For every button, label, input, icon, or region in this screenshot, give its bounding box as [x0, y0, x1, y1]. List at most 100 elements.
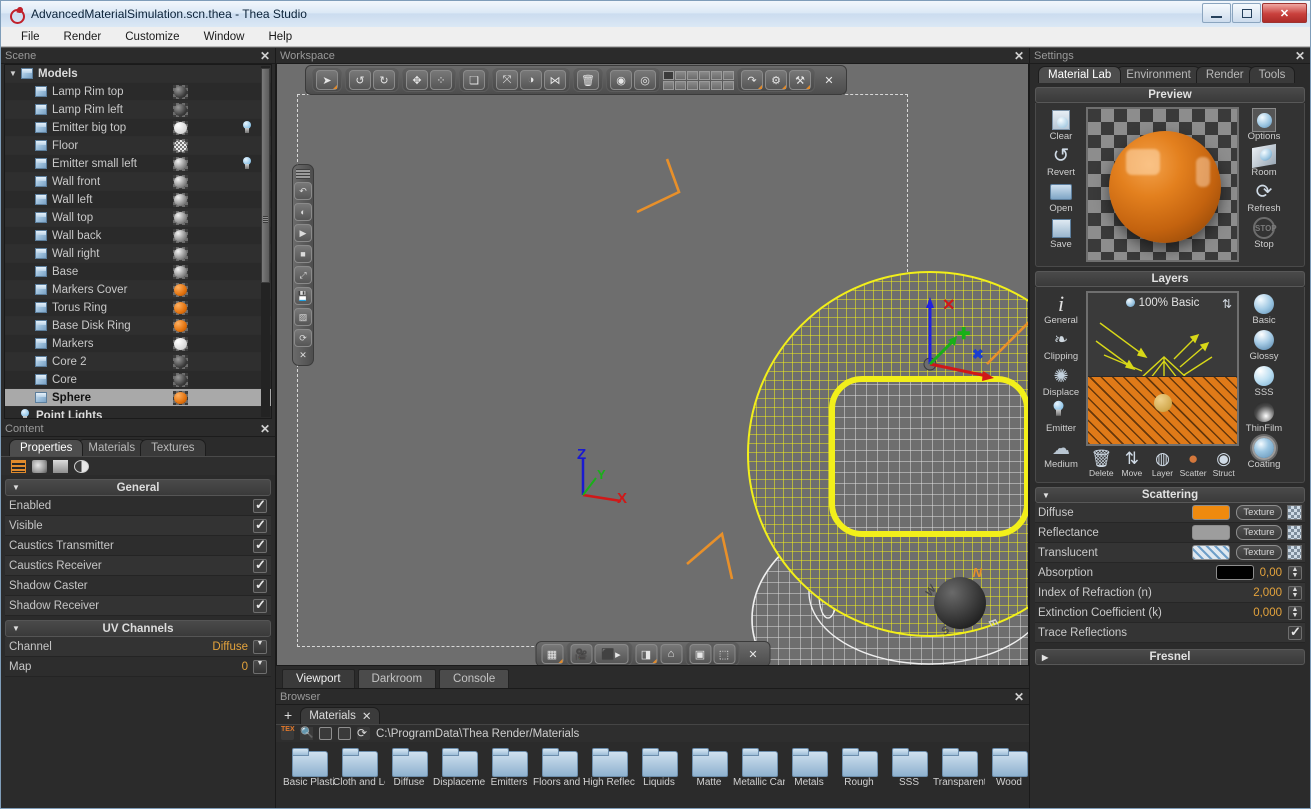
- gear-icon[interactable]: ⚙: [765, 70, 787, 90]
- tree-item[interactable]: Wall right: [5, 245, 271, 263]
- dropdown-arrow-icon[interactable]: ▼: [253, 639, 267, 654]
- property-row[interactable]: Map 0 ▼: [5, 657, 271, 677]
- folder-item[interactable]: Emitters: [484, 748, 534, 788]
- texture-checker-icon[interactable]: [1287, 505, 1302, 520]
- camera-icon[interactable]: [32, 459, 47, 473]
- checkbox[interactable]: [253, 537, 267, 553]
- save-disk-icon-button[interactable]: Save: [1040, 215, 1082, 250]
- folder-item[interactable]: Rough: [834, 748, 884, 788]
- render-arc-icon[interactable]: ↶: [294, 182, 312, 200]
- tree-item[interactable]: Core 2: [5, 353, 271, 371]
- camera-lock-icon[interactable]: ⬛▸: [594, 644, 628, 664]
- folder-item[interactable]: Diffuse: [384, 748, 434, 788]
- layers-section-header[interactable]: Layers: [1035, 271, 1305, 287]
- folder-item[interactable]: Transparent: [933, 748, 985, 788]
- tree-item[interactable]: Wall top: [5, 209, 271, 227]
- perspective-icon[interactable]: ⌂: [660, 644, 682, 664]
- browser-close-icon[interactable]: ✕: [1014, 690, 1024, 704]
- folder-item[interactable]: Cloth and Le: [333, 748, 385, 788]
- undo-icon[interactable]: ↺: [349, 70, 371, 90]
- section-header-uv-channels[interactable]: ▼ UV Channels: [5, 620, 271, 637]
- color-swatch[interactable]: [1192, 545, 1230, 560]
- material-thumbnail[interactable]: [173, 247, 188, 261]
- tree-item[interactable]: Torus Ring: [5, 299, 271, 317]
- scene-tree-scrollbar[interactable]: [261, 66, 270, 417]
- tree-item-selected[interactable]: Sphere: [5, 389, 271, 407]
- property-row[interactable]: Caustics Transmitter: [5, 536, 271, 556]
- content-panel-close-icon[interactable]: ✕: [260, 422, 270, 436]
- stop-icon-button[interactable]: STOP Stop: [1243, 215, 1285, 250]
- settings-close-icon[interactable]: ✕: [1295, 49, 1305, 63]
- maximize-button[interactable]: [1232, 3, 1261, 23]
- tree-item[interactable]: Markers: [5, 335, 271, 353]
- sss-sphere-icon-button[interactable]: SSS: [1243, 363, 1285, 398]
- tree-item[interactable]: Core: [5, 371, 271, 389]
- structure-icon-button[interactable]: ◉ Struct: [1208, 449, 1239, 478]
- tree-item[interactable]: Base: [5, 263, 271, 281]
- tab-properties[interactable]: Properties: [9, 439, 84, 456]
- scattering-row[interactable]: Index of Refraction (n) 2,000 ▲ ▼: [1035, 583, 1305, 603]
- tree-item[interactable]: Emitter big top: [5, 119, 271, 137]
- clipping-icon-button[interactable]: ❧ Clipping: [1040, 327, 1082, 362]
- bottom-toolbar-close-icon[interactable]: ✕: [742, 644, 764, 664]
- property-row[interactable]: Caustics Receiver: [5, 556, 271, 576]
- tree-item[interactable]: Markers Cover: [5, 281, 271, 299]
- box-select-icon[interactable]: ▣: [689, 644, 711, 664]
- material-thumbnail[interactable]: [173, 391, 188, 405]
- refresh-icon[interactable]: ⟳: [357, 727, 370, 740]
- scattering-row[interactable]: Diffuse Texture: [1035, 503, 1305, 523]
- workspace-close-icon[interactable]: ✕: [1014, 49, 1024, 63]
- tab-render[interactable]: Render: [1195, 66, 1254, 83]
- left-toolbar-close-icon[interactable]: ✕: [299, 350, 307, 361]
- clapperboard-icon[interactable]: [53, 459, 68, 473]
- browser-tab-close-icon[interactable]: ✕: [362, 709, 372, 723]
- menu-help[interactable]: Help: [258, 29, 302, 45]
- material-thumbnail[interactable]: [173, 139, 188, 153]
- material-thumbnail[interactable]: [173, 337, 188, 351]
- tree-item[interactable]: Point Lights: [5, 407, 271, 418]
- tree-item[interactable]: Base Disk Ring: [5, 317, 271, 335]
- property-row[interactable]: Shadow Receiver: [5, 596, 271, 616]
- room-icon-button[interactable]: Room: [1243, 143, 1285, 178]
- material-thumbnail[interactable]: [173, 283, 188, 297]
- checkbox[interactable]: [253, 557, 267, 573]
- compass-globe[interactable]: N W S E: [923, 565, 999, 638]
- refresh-icon[interactable]: ⟳: [294, 329, 312, 347]
- clear-page-icon-button[interactable]: Clear: [1040, 107, 1082, 142]
- property-row[interactable]: Visible: [5, 516, 271, 536]
- texture-checker-icon[interactable]: [1287, 545, 1302, 560]
- viewport-toolbar-close-icon[interactable]: ✕: [818, 70, 840, 90]
- layer-settings-icon-button[interactable]: ◍ Layer: [1147, 449, 1178, 478]
- property-row[interactable]: Shadow Caster: [5, 576, 271, 596]
- dropdown-arrow-icon[interactable]: ▼: [253, 659, 267, 674]
- scattering-row[interactable]: Reflectance Texture: [1035, 523, 1305, 543]
- material-thumbnail[interactable]: [173, 355, 188, 369]
- curve-arrow-icon[interactable]: ↷: [741, 70, 763, 90]
- select-arrow-icon[interactable]: ➤: [316, 70, 338, 90]
- sun-icon[interactable]: [74, 459, 89, 473]
- material-thumbnail[interactable]: [173, 301, 188, 315]
- material-thumbnail[interactable]: [173, 175, 188, 189]
- trash-icon[interactable]: 🗑: [577, 70, 599, 90]
- scattering-row[interactable]: Extinction Coefficient (k) 0,000 ▲ ▼: [1035, 603, 1305, 623]
- light-indicator-icon[interactable]: [241, 121, 253, 137]
- property-row[interactable]: Enabled: [5, 496, 271, 516]
- folder-item[interactable]: Metallic Car: [733, 748, 785, 788]
- close-button[interactable]: ✕: [1262, 3, 1307, 23]
- swap-arrows-icon[interactable]: ⇅: [1222, 297, 1232, 311]
- fit-view-icon[interactable]: ⤢: [294, 266, 312, 284]
- tab-console[interactable]: Console: [439, 669, 510, 688]
- tree-item[interactable]: Emitter small left: [5, 155, 271, 173]
- tab-environment[interactable]: Environment: [1116, 66, 1201, 83]
- texture-button[interactable]: Texture: [1236, 545, 1282, 560]
- folder-item[interactable]: Basic Plastic: [283, 748, 335, 788]
- expand-arrow-icon[interactable]: ▼: [5, 69, 21, 78]
- marquee-select-icon[interactable]: ⬚: [713, 644, 735, 664]
- medium-cloud-icon-button[interactable]: ☁ Medium: [1040, 435, 1082, 470]
- material-thumbnail[interactable]: [173, 265, 188, 279]
- move-gizmo-icon[interactable]: ✥: [406, 70, 428, 90]
- spinner-icon[interactable]: ▲ ▼: [1288, 565, 1302, 580]
- material-thumbnail[interactable]: [173, 229, 188, 243]
- camera-filmstrip-icon[interactable]: 🎥: [570, 644, 592, 664]
- checkbox[interactable]: [253, 517, 267, 533]
